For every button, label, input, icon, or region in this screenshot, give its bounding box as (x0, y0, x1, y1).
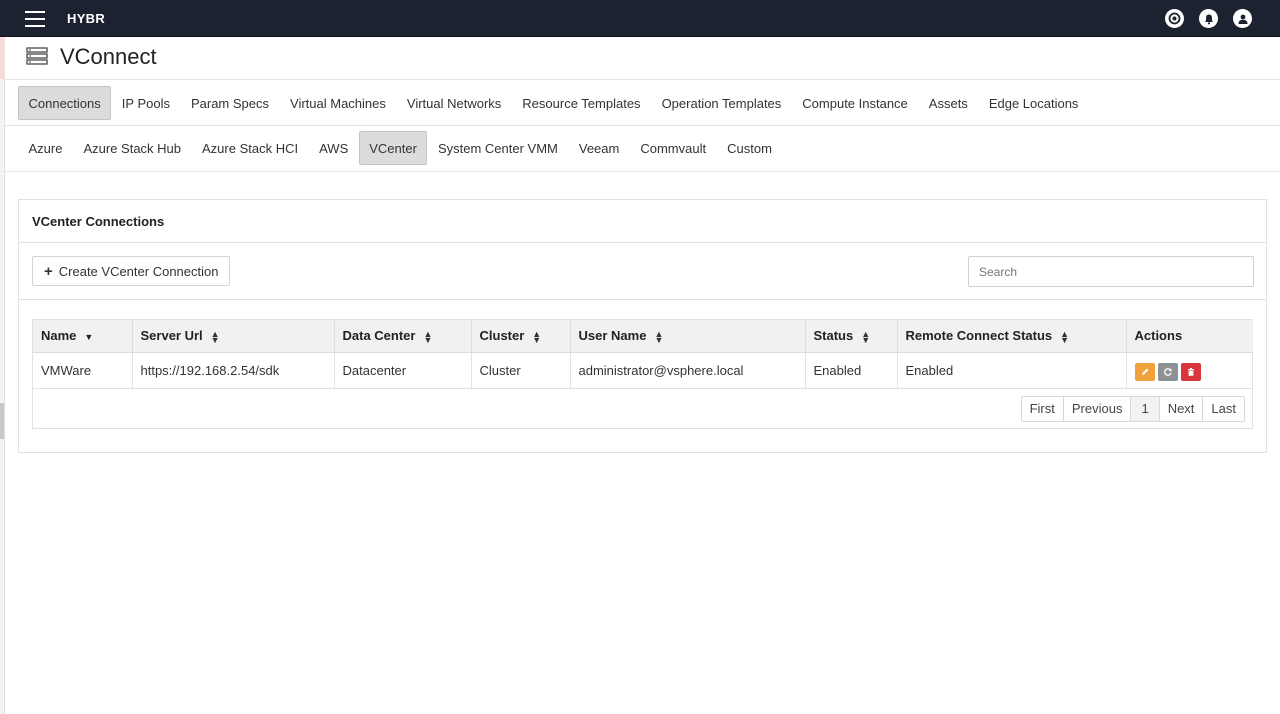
tab-system-center-vmm[interactable]: System Center VMM (427, 131, 568, 165)
pagination-last[interactable]: Last (1203, 397, 1244, 421)
left-sidebar-marker (0, 403, 4, 439)
divider (5, 79, 1280, 80)
trash-icon (1186, 365, 1196, 380)
top-icons (1165, 9, 1252, 28)
tab-azure[interactable]: Azure (18, 131, 73, 165)
main-tabs: Connections IP Pools Param Specs Virtual… (18, 86, 1089, 120)
tab-aws[interactable]: AWS (309, 131, 359, 165)
column-header-user-name[interactable]: User Name ▲ ▼ (570, 320, 806, 353)
cell-actions (1126, 352, 1253, 389)
bell-icon[interactable] (1199, 9, 1218, 28)
panel-divider (19, 299, 1266, 300)
tab-edge-locations[interactable]: Edge Locations (978, 86, 1089, 120)
table-header-row: Name ▼ Server Url ▲ ▼ Data Center ▲ ▼ Cluster… (33, 320, 1253, 353)
pagination-next[interactable]: Next (1159, 397, 1204, 421)
tab-virtual-networks[interactable]: Virtual Networks (396, 86, 511, 120)
column-header-remote-connect-status[interactable]: Remote Connect Status ▲ ▼ (897, 320, 1127, 353)
tab-ip-pools[interactable]: IP Pools (111, 86, 180, 120)
create-button-label: Create VCenter Connection (58, 263, 219, 279)
tab-veeam[interactable]: Veeam (568, 131, 629, 165)
tab-assets[interactable]: Assets (918, 86, 978, 120)
column-header-server-url[interactable]: Server Url ▲ ▼ (132, 320, 335, 353)
create-vcenter-connection-button[interactable]: + Create VCenter Connection (32, 256, 230, 286)
page-header: VConnect (26, 44, 157, 70)
cell-name: VMWare (33, 352, 133, 389)
column-header-name[interactable]: Name ▼ (33, 320, 133, 353)
panel-title: VCenter Connections (32, 214, 165, 229)
left-sidebar-accent (0, 37, 5, 79)
brand-name: HYBR (67, 11, 106, 26)
cell-status: Enabled (805, 352, 898, 389)
plus-icon: + (44, 262, 53, 280)
server-stack-icon (26, 46, 48, 68)
sort-icon: ▲ ▼ (654, 328, 664, 345)
pagination-first[interactable]: First (1021, 397, 1064, 421)
tab-connections[interactable]: Connections (18, 86, 112, 120)
tab-azure-stack-hub[interactable]: Azure Stack Hub (73, 131, 192, 165)
cell-user-name: administrator@vsphere.local (570, 352, 806, 389)
cell-server-url: https://192.168.2.54/sdk (132, 352, 335, 389)
table-row: VMWare https://192.168.2.54/sdk Datacent… (33, 352, 1253, 389)
tab-custom[interactable]: Custom (717, 131, 783, 165)
tab-virtual-machines[interactable]: Virtual Machines (280, 86, 397, 120)
edit-button[interactable] (1134, 363, 1155, 381)
sort-icon: ▲ ▼ (532, 328, 542, 345)
sort-icon: ▲ ▼ (861, 328, 871, 345)
connections-table: Name ▼ Server Url ▲ ▼ Data Center ▲ ▼ Cluster… (32, 319, 1253, 429)
search-input[interactable] (968, 256, 1254, 287)
pagination: First Previous 1 Next Last (1020, 396, 1245, 422)
tab-param-specs[interactable]: Param Specs (180, 86, 279, 120)
panel-divider (19, 242, 1266, 243)
column-header-data-center[interactable]: Data Center ▲ ▼ (334, 320, 472, 353)
column-header-status[interactable]: Status ▲ ▼ (805, 320, 898, 353)
tab-resource-templates[interactable]: Resource Templates (512, 86, 651, 120)
tab-commvault[interactable]: Commvault (630, 131, 717, 165)
sort-desc-icon: ▼ (84, 331, 94, 342)
sort-icon: ▲ ▼ (210, 328, 220, 345)
sort-icon: ▲ ▼ (423, 328, 433, 345)
provider-tabs: Azure Azure Stack Hub Azure Stack HCI AW… (18, 131, 782, 165)
tab-vcenter[interactable]: VCenter (358, 131, 428, 165)
divider (5, 125, 1280, 126)
pagination-page-1[interactable]: 1 (1131, 397, 1160, 421)
vcenter-connections-panel: VCenter Connections + Create VCenter Con… (18, 199, 1267, 453)
cell-data-center: Datacenter (334, 352, 472, 389)
pencil-icon (1140, 365, 1150, 380)
tab-compute-instance[interactable]: Compute Instance (792, 86, 919, 120)
hamburger-menu-icon[interactable] (25, 11, 45, 29)
pagination-previous[interactable]: Previous (1063, 397, 1132, 421)
cell-cluster: Cluster (471, 352, 571, 389)
divider (5, 171, 1280, 172)
sort-icon: ▲ ▼ (1060, 328, 1070, 345)
tab-operation-templates[interactable]: Operation Templates (651, 86, 792, 120)
left-sidebar-edge (0, 37, 5, 714)
globe-icon[interactable] (1165, 9, 1184, 28)
column-header-actions: Actions (1126, 320, 1253, 353)
tab-azure-stack-hci[interactable]: Azure Stack HCI (192, 131, 309, 165)
user-icon[interactable] (1233, 9, 1252, 28)
delete-button[interactable] (1180, 363, 1201, 381)
column-header-cluster[interactable]: Cluster ▲ ▼ (471, 320, 571, 353)
top-navbar: HYBR (0, 0, 1280, 37)
cell-remote-connect-status: Enabled (897, 352, 1127, 389)
refresh-button[interactable] (1157, 363, 1178, 381)
page-title: VConnect (60, 44, 157, 69)
refresh-icon (1163, 365, 1173, 380)
